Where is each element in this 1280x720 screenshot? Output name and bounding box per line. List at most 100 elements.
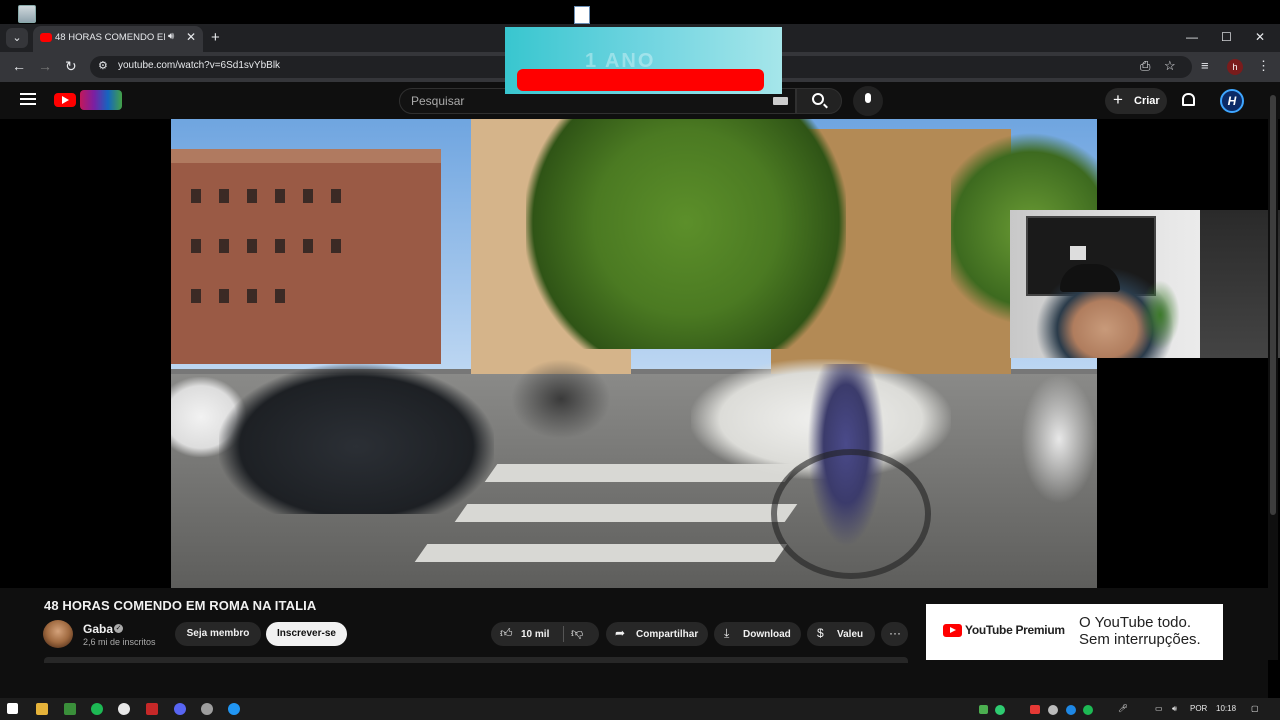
super-thanks-icon: $	[817, 626, 824, 640]
channel-name[interactable]: Gaba	[83, 622, 113, 636]
notification-center-icon[interactable]: ▢	[1251, 704, 1259, 713]
thumbs-down-icon[interactable]: 👎︎	[571, 626, 583, 641]
clock[interactable]: 10:18	[1216, 704, 1236, 713]
channel-avatar[interactable]	[43, 620, 73, 648]
webcam-plant	[1140, 280, 1180, 350]
browser-profile-avatar[interactable]: h	[1227, 59, 1243, 75]
video-scooter-right	[1021, 374, 1097, 504]
verified-badge-icon: ✓	[114, 624, 123, 633]
url-text[interactable]: youtube.com/watch?v=6Sd1svYbBlk	[118, 60, 280, 71]
building-window	[191, 289, 201, 303]
tray-green-icon[interactable]	[979, 705, 988, 714]
chrome-icon[interactable]	[118, 703, 130, 715]
building-window	[191, 239, 201, 253]
window-close-icon[interactable]: ✕	[1255, 30, 1265, 44]
microphone-tray-icon[interactable]: 🎤︎	[1118, 704, 1128, 713]
create-label: Criar	[1134, 95, 1160, 107]
share-arrow-icon: ➦	[615, 626, 626, 640]
building-window	[275, 189, 285, 203]
join-button[interactable]: Seja membro	[175, 622, 261, 646]
app-green-icon[interactable]	[64, 703, 76, 715]
like-count[interactable]: 10 mil	[521, 629, 549, 640]
video-car-black	[219, 364, 494, 514]
microphone-icon	[865, 93, 871, 103]
promo-line-2: Sem interrupções.	[1079, 631, 1201, 648]
app-red-icon[interactable]	[146, 703, 158, 715]
tray-spotify-icon[interactable]	[1083, 705, 1093, 715]
promo-line-1: O YouTube todo.	[1079, 614, 1192, 631]
language-indicator[interactable]: POR	[1190, 704, 1207, 713]
network-icon[interactable]: ▭	[1155, 704, 1163, 713]
building-window	[303, 239, 313, 253]
media-control-icon[interactable]: ≡	[1201, 58, 1209, 73]
tab-audio-icon[interactable]: 🔊︎	[168, 31, 174, 42]
search-placeholder: Pesquisar	[411, 94, 465, 108]
scrollbar-thumb[interactable]	[1270, 95, 1276, 515]
search-icon	[812, 93, 824, 105]
browser-menu-icon[interactable]: ⋮	[1257, 58, 1270, 74]
webcam-overlay	[1010, 210, 1280, 358]
file-explorer-icon[interactable]	[36, 703, 48, 715]
building-window	[247, 239, 257, 253]
guide-menu-icon[interactable]	[20, 93, 36, 105]
more-dots-icon: ···	[889, 626, 901, 640]
spotify-icon[interactable]	[91, 703, 103, 715]
youtube-doodle-logo[interactable]	[80, 90, 122, 110]
subscribe-button[interactable]: Inscrever-se	[266, 622, 347, 646]
new-tab-plus-icon[interactable]: +	[211, 29, 220, 46]
tab-close-icon[interactable]: ✕	[186, 30, 196, 44]
minimize-icon[interactable]: —	[1186, 30, 1198, 44]
subscriber-count: 2,6 mi de inscritos	[83, 637, 156, 647]
maximize-icon[interactable]: ☐	[1221, 30, 1232, 44]
video-tree	[526, 119, 846, 349]
video-scooter	[511, 359, 611, 439]
download-icon: ⤓	[724, 626, 730, 640]
install-app-icon[interactable]: ⎙	[1140, 58, 1150, 74]
building-window	[331, 239, 341, 253]
youtube-favicon-icon	[40, 33, 52, 42]
description-box[interactable]	[44, 657, 908, 663]
site-info-icon[interactable]: ⚙	[98, 59, 108, 72]
thanks-label: Valeu	[837, 629, 864, 640]
crosswalk-stripe	[454, 504, 798, 522]
reload-icon[interactable]: ↻	[65, 58, 77, 75]
banner-red-bar	[517, 69, 764, 91]
obs-icon[interactable]	[201, 703, 213, 715]
forward-arrow-icon[interactable]: →	[38, 58, 52, 74]
back-arrow-icon[interactable]: ←	[12, 58, 26, 74]
share-label: Compartilhar	[636, 629, 699, 640]
thumbs-up-icon[interactable]: 👍︎	[500, 626, 513, 641]
webcam-monitor-logo	[1070, 246, 1086, 260]
bookmark-star-icon[interactable]: ☆	[1164, 58, 1176, 74]
discord-icon[interactable]	[174, 703, 186, 715]
building-window	[247, 289, 257, 303]
tab-title: 48 HORAS COMENDO EM R	[55, 32, 165, 43]
tray-red-icon[interactable]	[1030, 705, 1040, 714]
video-player[interactable]	[171, 119, 1097, 588]
volume-icon[interactable]: 🔊︎	[1172, 704, 1177, 714]
crosswalk-stripe	[414, 544, 788, 562]
video-building-cornice	[171, 149, 441, 163]
keyboard-icon[interactable]	[773, 97, 788, 105]
video-building-left	[171, 149, 441, 364]
windows-start-icon[interactable]	[7, 703, 18, 714]
building-window	[331, 189, 341, 203]
app-blue-icon[interactable]	[228, 703, 240, 715]
building-window	[275, 239, 285, 253]
tray-gray-icon[interactable]	[1048, 705, 1058, 715]
youtube-logo-icon[interactable]	[54, 93, 76, 107]
account-avatar[interactable]: H	[1220, 89, 1244, 113]
youtube-premium-logo-icon	[943, 624, 962, 637]
building-window	[219, 239, 229, 253]
notifications-bell-icon[interactable]	[1182, 93, 1195, 106]
recycle-bin-icon[interactable]	[18, 5, 36, 23]
download-label: Download	[743, 629, 791, 640]
desktop-file-icon[interactable]	[574, 6, 590, 24]
building-window	[247, 189, 257, 203]
tray-status-icon[interactable]	[995, 705, 1005, 715]
video-bike-wheel	[771, 449, 931, 579]
tab-search-chevron-icon[interactable]: ⌄	[6, 28, 28, 48]
tray-blue-icon[interactable]	[1066, 705, 1076, 715]
building-window	[275, 289, 285, 303]
promo-brand: YouTube Premium	[965, 623, 1065, 637]
